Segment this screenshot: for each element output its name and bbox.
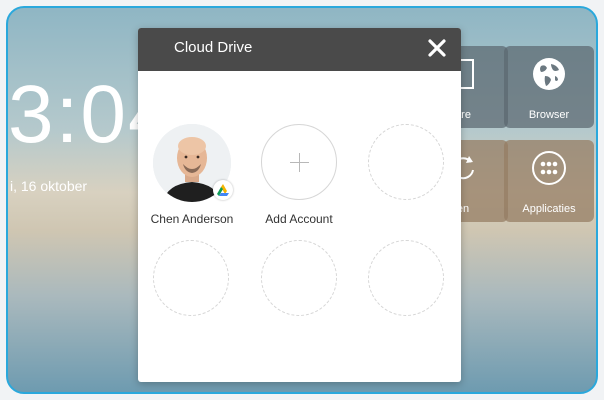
dialog-title: Cloud Drive xyxy=(174,39,253,56)
app-tile-label: Browser xyxy=(528,109,570,121)
apps-grid-icon xyxy=(532,151,566,185)
empty-account-slot xyxy=(368,124,444,200)
account-name: Chen Anderson xyxy=(150,212,234,226)
account-avatar[interactable] xyxy=(153,124,233,202)
home-date: i, 16 oktober xyxy=(10,178,88,194)
empty-account-slot xyxy=(368,240,444,316)
add-account-button[interactable] xyxy=(261,124,337,200)
close-icon[interactable] xyxy=(423,34,451,62)
app-tile-label: Applicaties xyxy=(522,203,576,215)
app-tile-browser[interactable]: Browser xyxy=(504,46,594,128)
dialog-header: Cloud Drive xyxy=(138,28,461,71)
empty-account-slot xyxy=(261,240,337,316)
globe-icon xyxy=(533,58,565,90)
cloud-drive-dialog: Cloud Drive Chen Anderson Add Account xyxy=(138,28,461,382)
add-account-label: Add Account xyxy=(265,212,333,226)
plus-icon-vertical xyxy=(299,153,300,172)
google-drive-icon xyxy=(213,180,233,200)
empty-account-slot xyxy=(153,240,229,316)
app-tile-applications[interactable]: Applicaties xyxy=(504,140,594,222)
